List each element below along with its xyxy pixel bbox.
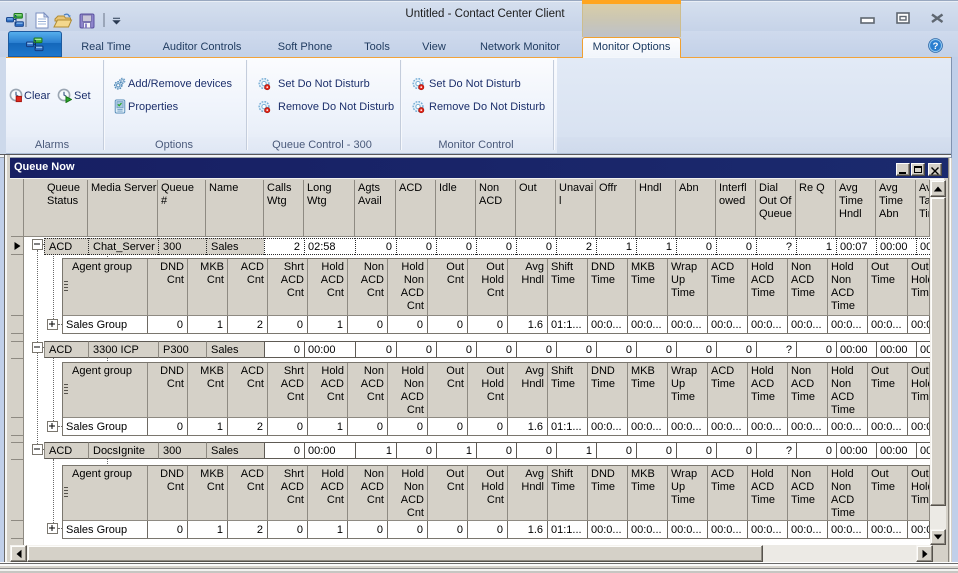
- svg-text:?: ?: [933, 41, 939, 52]
